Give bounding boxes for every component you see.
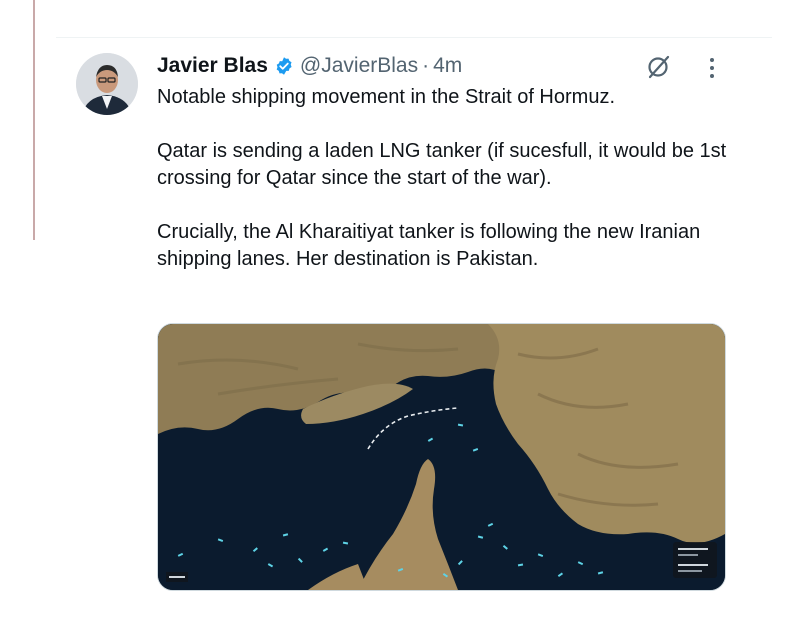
left-edge-line [33, 0, 35, 240]
tweet-paragraph: Notable shipping movement in the Strait … [157, 86, 615, 108]
more-icon[interactable] [706, 56, 718, 80]
strait-of-hormuz-map [158, 324, 725, 590]
tweet-paragraph: Qatar is sending a laden LNG tanker (if … [157, 140, 727, 189]
author-avatar[interactable] [76, 53, 138, 115]
header-separator: · [422, 54, 430, 77]
tweet-paragraph: Crucially, the Al Kharaitiyat tanker is … [157, 221, 701, 270]
tweet-header: Javier Blas @JavierBlas · 4m [157, 52, 462, 80]
author-handle[interactable]: @JavierBlas [300, 54, 418, 78]
top-divider [56, 37, 772, 38]
tweet-timestamp[interactable]: 4m [433, 54, 462, 78]
author-name[interactable]: Javier Blas [157, 54, 268, 78]
tweet-text: Notable shipping movement in the Strait … [157, 84, 727, 273]
verified-badge-icon [276, 57, 292, 75]
avatar-image [76, 53, 138, 115]
tweet-media-map[interactable] [157, 323, 726, 591]
grok-icon[interactable] [646, 54, 672, 80]
